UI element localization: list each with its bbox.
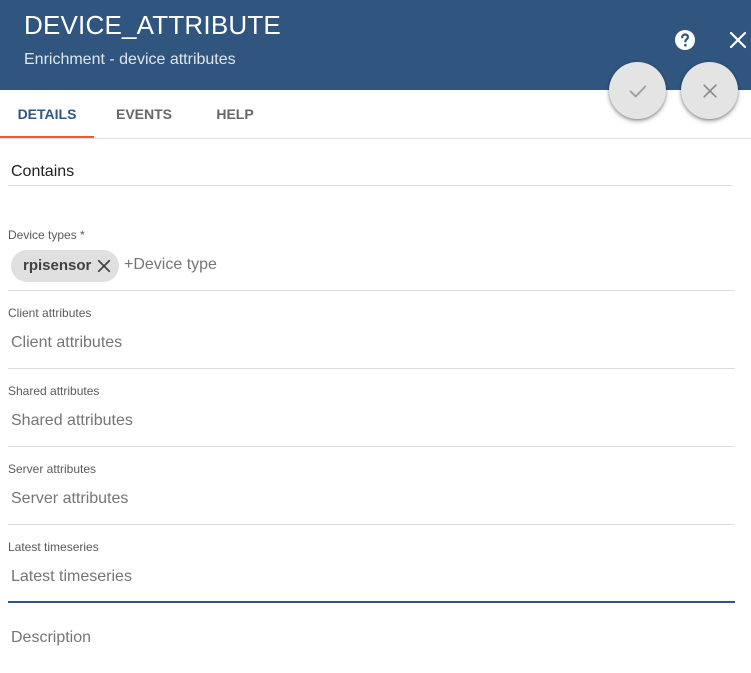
name-field-underline	[8, 185, 732, 186]
description-input[interactable]	[11, 629, 711, 647]
client-attributes-underline	[8, 368, 735, 369]
shared-attributes-input[interactable]	[11, 412, 711, 430]
latest-timeseries-underline	[8, 601, 735, 603]
device-type-chip: rpisensor	[11, 250, 120, 282]
latest-timeseries-label: Latest timeseries	[8, 540, 99, 554]
tab-events[interactable]: EVENTS	[100, 90, 188, 138]
server-attributes-label: Server attributes	[8, 462, 97, 476]
help-circle-icon	[675, 30, 695, 50]
active-tab-indicator	[0, 136, 94, 138]
client-attributes-input[interactable]	[11, 334, 711, 352]
tab-details[interactable]: DETAILS	[0, 90, 94, 138]
latest-timeseries-input[interactable]	[11, 568, 711, 586]
chip-remove-icon[interactable]	[95, 257, 113, 275]
shared-attributes-label: Shared attributes	[8, 384, 100, 398]
server-attributes-input[interactable]	[11, 490, 711, 508]
client-attributes-label: Client attributes	[8, 306, 92, 320]
device-type-chip-label: rpisensor	[23, 257, 92, 274]
device-types-label: Device types *	[8, 228, 85, 242]
help-button[interactable]	[673, 28, 697, 52]
tab-help[interactable]: HELP	[194, 90, 276, 138]
server-attributes-underline	[8, 524, 735, 525]
shared-attributes-underline	[8, 446, 735, 447]
tab-bar: DETAILS EVENTS HELP	[0, 90, 751, 139]
device-type-input[interactable]	[124, 256, 524, 274]
device-types-underline	[8, 290, 735, 291]
dialog-title: DEVICE_ATTRIBUTE	[24, 10, 281, 40]
close-dialog-button[interactable]	[726, 28, 750, 52]
dialog-subtitle: Enrichment - device attributes	[24, 51, 236, 68]
close-icon	[729, 31, 747, 49]
name-field-value[interactable]: Contains	[11, 163, 74, 181]
